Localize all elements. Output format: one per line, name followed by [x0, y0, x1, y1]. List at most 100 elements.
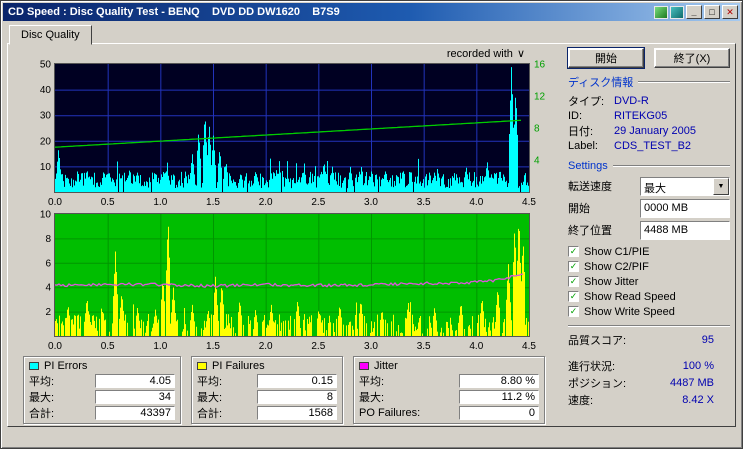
stat-value: 8: [257, 390, 337, 404]
svg-text:3.0: 3.0: [364, 341, 378, 352]
svg-text:30: 30: [40, 111, 52, 122]
checkbox-box[interactable]: ✓: [568, 291, 579, 302]
svg-text:0.0: 0.0: [48, 341, 62, 352]
checkbox-box[interactable]: ✓: [568, 246, 579, 257]
progress-row: 進行状況: 100 %: [568, 357, 730, 374]
progress-value: 100 %: [682, 359, 714, 372]
speed-select-value: 最大: [644, 182, 666, 195]
disc-label-row: Label: CDS_TEST_B2: [568, 138, 730, 153]
start-position-input[interactable]: [640, 198, 730, 218]
svg-text:2.0: 2.0: [259, 341, 273, 352]
stat-row: 最大: 11.2 %: [359, 389, 539, 405]
svg-text:10: 10: [40, 162, 52, 173]
disc-id-label: ID:: [568, 109, 583, 122]
exit-button[interactable]: 終了(X): [654, 48, 730, 68]
stat-label: 最大:: [29, 392, 55, 404]
position-row: ポジション: 4487 MB: [568, 374, 730, 391]
checkbox-show-c2-pif[interactable]: ✓ Show C2/PIF: [568, 259, 730, 274]
svg-text:4: 4: [45, 283, 51, 294]
checkbox-show-c1-pie[interactable]: ✓ Show C1/PIE: [568, 244, 730, 259]
speed-select-label: 転送速度: [568, 181, 612, 193]
stat-row: 合計: 1568: [197, 405, 337, 421]
quality-score-value: 95: [701, 333, 714, 346]
pi-errors-swatch: [29, 362, 39, 370]
disc-id-row: ID: RITEKG05: [568, 108, 730, 123]
checkbox-box[interactable]: ✓: [568, 306, 579, 317]
checkbox-box[interactable]: ✓: [568, 276, 579, 287]
stat-row: 最大: 8: [197, 389, 337, 405]
disc-date-row: 日付: 29 January 2005: [568, 123, 730, 138]
check-icon: ✓: [569, 291, 578, 301]
pi-failures-legend: PI Failures: [197, 359, 337, 373]
svg-text:2.0: 2.0: [259, 197, 273, 208]
stat-value: 0.15: [257, 374, 337, 388]
jitter-title: Jitter: [374, 360, 398, 372]
stat-value: 0: [459, 406, 539, 420]
recorded-with-label: recorded with ∨: [11, 47, 559, 60]
svg-text:6: 6: [45, 258, 51, 269]
stat-row: 最大: 34: [29, 389, 175, 405]
jitter-stats-box: Jitter 平均: 8.80 % 最大: 11.2 % PO Failures…: [353, 356, 545, 424]
stat-label: PO Failures:: [359, 407, 421, 419]
end-position-input[interactable]: [640, 220, 730, 240]
speed-value: 8.42 X: [682, 393, 714, 406]
pi-failures-swatch: [197, 362, 207, 370]
close-button[interactable]: ✕: [722, 5, 738, 19]
checkbox-show-write-speed[interactable]: ✓ Show Write Speed: [568, 304, 730, 319]
stat-value: 34: [95, 390, 175, 404]
checkbox-label: Show Jitter: [584, 275, 639, 288]
quality-score-label: 品質スコア:: [568, 334, 627, 347]
tab-disc-quality[interactable]: Disc Quality: [9, 25, 92, 45]
start-button[interactable]: 開始: [567, 47, 645, 69]
maximize-button[interactable]: □: [704, 5, 720, 19]
svg-text:1.5: 1.5: [206, 341, 220, 352]
chevron-down-icon: ∨: [516, 48, 525, 60]
pi-failures-title: PI Failures: [212, 360, 265, 372]
green-app-icon[interactable]: [654, 5, 668, 19]
window-title: CD Speed : Disc Quality Test - BENQ DVD …: [8, 6, 340, 18]
disc-type-value: DVD-R: [614, 94, 649, 107]
start-position-row: 開始: [568, 197, 730, 219]
checkbox-label: Show C1/PIE: [584, 245, 650, 258]
svg-text:0.5: 0.5: [101, 341, 115, 352]
titlebar-buttons: _ □ ✕: [654, 5, 738, 19]
stat-row: 合計: 43397: [29, 405, 175, 421]
stat-row: 平均: 0.15: [197, 373, 337, 389]
svg-text:3.0: 3.0: [364, 197, 378, 208]
svg-text:16: 16: [534, 60, 546, 71]
quality-score-row: 品質スコア: 95: [568, 331, 730, 348]
svg-text:40: 40: [40, 85, 52, 96]
disc-label-value: CDS_TEST_B2: [614, 139, 692, 152]
svg-text:8: 8: [534, 124, 540, 135]
pi-failures-stats-box: PI Failures 平均: 0.15 最大: 8 合計: 1568: [191, 356, 343, 424]
checkbox-show-read-speed[interactable]: ✓ Show Read Speed: [568, 289, 730, 304]
minimize-button[interactable]: _: [686, 5, 702, 19]
stats-row: PI Errors 平均: 4.05 最大: 34 合計: 43397 PI F…: [23, 356, 559, 424]
position-label: ポジション:: [568, 377, 627, 390]
checkbox-show-jitter[interactable]: ✓ Show Jitter: [568, 274, 730, 289]
svg-text:50: 50: [40, 60, 52, 71]
show-options-list: ✓ Show C1/PIE ✓ Show C2/PIF ✓ Show Jitte…: [568, 244, 730, 319]
app-window: CD Speed : Disc Quality Test - BENQ DVD …: [0, 0, 743, 449]
checkbox-box[interactable]: ✓: [568, 261, 579, 272]
title-bar[interactable]: CD Speed : Disc Quality Test - BENQ DVD …: [3, 3, 740, 21]
svg-text:1.5: 1.5: [206, 197, 220, 208]
stat-label: 最大:: [197, 392, 223, 404]
progress-label: 進行状況:: [568, 360, 616, 373]
chevron-down-icon[interactable]: ▼: [713, 177, 729, 195]
stat-value: 43397: [95, 406, 175, 420]
svg-text:3.5: 3.5: [417, 197, 431, 208]
stat-value: 1568: [257, 406, 337, 420]
control-panel: 開始 終了(X) ディスク情報 タイプ: DVD-R ID: RITEKG05 …: [559, 47, 732, 423]
disc-info-header-text: ディスク情報: [568, 77, 634, 89]
speed-select[interactable]: 最大 ▼: [640, 176, 730, 196]
jitter-legend: Jitter: [359, 359, 539, 373]
svg-text:4.0: 4.0: [469, 341, 483, 352]
pi-errors-title: PI Errors: [44, 360, 88, 372]
stat-label: 平均:: [359, 376, 385, 388]
teal-app-icon[interactable]: [670, 5, 684, 19]
stat-value: 8.80 %: [459, 374, 539, 388]
end-position-row: 終了位置: [568, 219, 730, 241]
svg-text:1.0: 1.0: [153, 197, 167, 208]
pi-errors-legend: PI Errors: [29, 359, 175, 373]
